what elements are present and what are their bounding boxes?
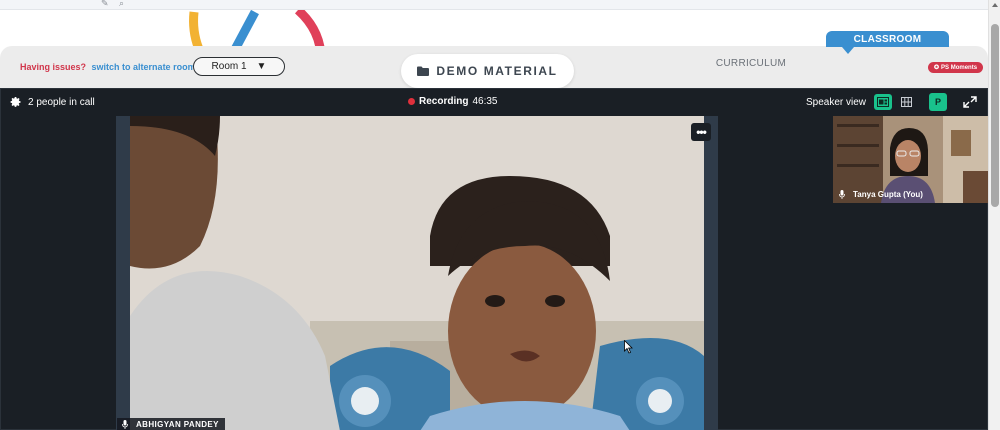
tab-curriculum[interactable]: CURRICULUM [700,58,802,69]
scroll-up-arrow-icon[interactable] [992,3,998,7]
search-icon[interactable]: ⌕ [119,0,124,9]
scrollbar-thumb[interactable] [991,24,999,207]
recording-label: Recording [419,96,469,107]
self-participant-label: Tanya Gupta (You) [839,190,923,199]
tab-demo-material-label: DEMO MATERIAL [436,64,558,78]
recording-indicator: Recording 46:35 [408,96,497,107]
main-participant-name: ABHIGYAN PANDEY [136,420,219,429]
room-select-value: Room 1 [211,61,247,72]
speaker-layout-icon [877,97,889,107]
room-select[interactable]: Room 1 ▼ [193,57,285,76]
camera-icon: ✪ [934,65,940,71]
ps-moments-label: PS Moments [941,64,978,71]
classroom-tab-pointer [842,47,854,54]
recording-time: 46:35 [472,96,498,107]
video-frame-image [130,116,704,430]
grid-view-button[interactable] [897,94,915,110]
main-video-stage [116,116,718,430]
tab-bar: Having issues? switch to alternate room … [0,31,988,88]
grid-layout-icon [900,97,912,107]
participant-avatar-button[interactable]: P [929,93,947,111]
top-toolbar-strip: ✎ ⌕ [0,0,988,10]
recording-dot-icon [408,98,415,105]
view-mode-label: Speaker view [806,97,867,108]
tab-classroom[interactable]: CLASSROOM [826,31,949,47]
self-video-thumbnail[interactable]: Tanya Gupta (You) [833,116,988,203]
more-options-button[interactable]: ••• [691,123,711,141]
tab-demo-material[interactable]: DEMO MATERIAL [401,54,574,88]
call-header: 2 people in call Recording 46:35 Speaker… [1,89,987,115]
microphone-icon [122,420,128,429]
self-participant-name: Tanya Gupta (You) [853,190,923,199]
ps-moments-button[interactable]: ✪ PS Moments [928,62,984,73]
caret-down-icon: ▼ [256,61,267,72]
fullscreen-expand-icon[interactable] [961,94,979,110]
speaker-view-button[interactable] [874,94,892,110]
people-count: 2 people in call [28,97,95,108]
folder-icon [417,66,430,76]
page: ✎ ⌕ Having issues? switch to alternate r… [0,0,1000,430]
issues-prompt: Having issues? [20,62,87,72]
issues-notice: Having issues? switch to alternate room [20,62,196,72]
main-participant-label: ABHIGYAN PANDEY [117,418,225,430]
switch-room-link[interactable]: switch to alternate room [92,62,196,72]
mouse-cursor-icon [624,340,633,354]
microphone-icon [839,190,845,199]
gear-icon[interactable] [10,96,22,108]
main-video-feed[interactable] [130,116,704,430]
page-scrollbar[interactable] [988,0,1000,430]
video-call-panel: 2 people in call Recording 46:35 Speaker… [0,88,988,430]
pencil-icon[interactable]: ✎ [101,0,109,9]
